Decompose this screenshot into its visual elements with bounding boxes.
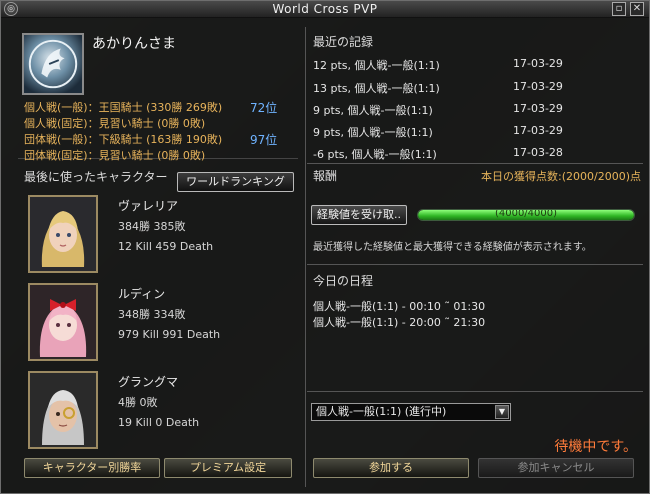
character-card[interactable]: グラングマ 4勝 0敗 19 Kill 0 Death [26, 371, 296, 453]
character-win-loss: 4勝 0敗 [118, 396, 158, 409]
character-winrate-button[interactable]: キャラクター別勝率 [24, 458, 160, 478]
cancel-join-button[interactable]: 参加キャンセル [478, 458, 634, 478]
panel-divider [305, 27, 306, 487]
record-desc: 9 pts, 個人戦-一般(1:1) [313, 126, 433, 139]
character-win-loss: 348勝 334敗 [118, 308, 186, 321]
premium-settings-button[interactable]: プレミアム設定 [164, 458, 292, 478]
record-desc: 13 pts, 個人戦-一般(1:1) [313, 82, 440, 95]
chevron-down-icon[interactable]: ▼ [495, 405, 509, 419]
dragon-emblem-icon [28, 39, 78, 89]
close-button[interactable]: ✕ [630, 2, 644, 16]
rank-solo-normal-position: 72位 [250, 101, 278, 115]
character-card[interactable]: ルディン 348勝 334敗 979 Kill 991 Death [26, 283, 296, 365]
rank-solo-fixed: 個人戦(固定)：見習い騎士 (0勝 0敗) [24, 117, 206, 130]
match-type-selected: 個人戦-一般(1:1) (進行中) [316, 405, 447, 418]
character-kill-death: 19 Kill 0 Death [118, 416, 200, 429]
last-used-label: 最後に使ったキャラクター [24, 170, 168, 184]
record-date: 17-03-29 [513, 102, 563, 115]
character-kill-death: 979 Kill 991 Death [118, 328, 221, 341]
character-card[interactable]: ヴァレリア 384勝 385敗 12 Kill 459 Death [26, 195, 296, 277]
minimize-button[interactable]: ▫ [612, 2, 626, 16]
exp-description: 最近獲得した経験値と最大獲得できる経験値が表示されます。 [313, 242, 592, 253]
player-name: あかりんさま [92, 36, 176, 52]
profile-section: あかりんさま 個人戦(一般)：王国騎士 (330勝 269敗) 72位 個人戦(… [18, 29, 298, 162]
record-row: -6 pts, 個人戦-一般(1:1) 17-03-28 [313, 146, 643, 162]
character-portrait [28, 195, 98, 273]
world-ranking-button[interactable]: ワールドランキング [177, 172, 294, 192]
blonde-character-icon [30, 197, 96, 271]
character-win-loss: 384勝 385敗 [118, 220, 186, 233]
section-divider [307, 391, 643, 392]
record-row: 9 pts, 個人戦-一般(1:1) 17-03-29 [313, 102, 643, 118]
records-title: 最近の記録 [313, 35, 374, 49]
join-button[interactable]: 参加する [313, 458, 469, 478]
record-desc: 9 pts, 個人戦-一般(1:1) [313, 104, 433, 117]
character-kill-death: 12 Kill 459 Death [118, 240, 214, 253]
receive-exp-button[interactable]: 経験値を受け取.. [311, 205, 407, 225]
exp-progress-text: (4000/4000) [494, 209, 558, 219]
rank-team-fixed: 団体戦(固定)：見習い騎士 (0勝 0敗) [24, 149, 206, 162]
elder-character-icon [30, 373, 96, 447]
record-desc: -6 pts, 個人戦-一般(1:1) [313, 148, 437, 161]
window-title: World Cross PVP [272, 2, 378, 16]
left-panel: あかりんさま 個人戦(一般)：王国騎士 (330勝 269敗) 72位 個人戦(… [18, 29, 298, 487]
record-date: 17-03-29 [513, 124, 563, 137]
exp-progress-bar: (4000/4000) [417, 209, 635, 221]
pink-hair-character-icon [30, 285, 96, 359]
schedule-item: 個人戦-一般(1:1) - 20:00 ˜ 21:30 [313, 316, 486, 329]
character-portrait [28, 371, 98, 449]
record-row: 12 pts, 個人戦-一般(1:1) 17-03-29 [313, 57, 643, 73]
reward-title: 報酬 [313, 169, 338, 183]
rank-team-normal: 団体戦(一般)：下級騎士 (163勝 190敗) [24, 133, 223, 146]
character-name: グラングマ [118, 375, 179, 389]
character-portrait [28, 283, 98, 361]
record-row: 13 pts, 個人戦-一般(1:1) 17-03-29 [313, 80, 643, 96]
daily-points: 本日の獲得点数:(2000/2000)点 [481, 170, 641, 183]
record-date: 17-03-29 [513, 57, 563, 70]
match-type-select[interactable]: 個人戦-一般(1:1) (進行中) ▼ [311, 403, 511, 421]
record-desc: 12 pts, 個人戦-一般(1:1) [313, 59, 440, 72]
title-bar[interactable]: ◎ World Cross PVP ▫ ✕ [1, 1, 649, 18]
schedule-title: 今日の日程 [313, 274, 374, 288]
section-divider [307, 264, 643, 265]
character-name: ヴァレリア [118, 199, 179, 213]
section-divider [307, 163, 643, 164]
rank-solo-normal: 個人戦(一般)：王国騎士 (330勝 269敗) [24, 101, 223, 114]
rank-team-normal-position: 97位 [250, 133, 278, 147]
schedule-item: 個人戦-一般(1:1) - 00:10 ˜ 01:30 [313, 300, 486, 313]
queue-status: 待機中です。 [554, 439, 637, 455]
record-date: 17-03-28 [513, 146, 563, 159]
record-row: 9 pts, 個人戦-一般(1:1) 17-03-29 [313, 124, 643, 140]
character-name: ルディン [118, 287, 166, 301]
guild-emblem [22, 33, 84, 95]
record-date: 17-03-29 [513, 80, 563, 93]
pvp-window: ◎ World Cross PVP ▫ ✕ あかりんさま 個人戦(一般)：王国騎… [0, 0, 650, 494]
